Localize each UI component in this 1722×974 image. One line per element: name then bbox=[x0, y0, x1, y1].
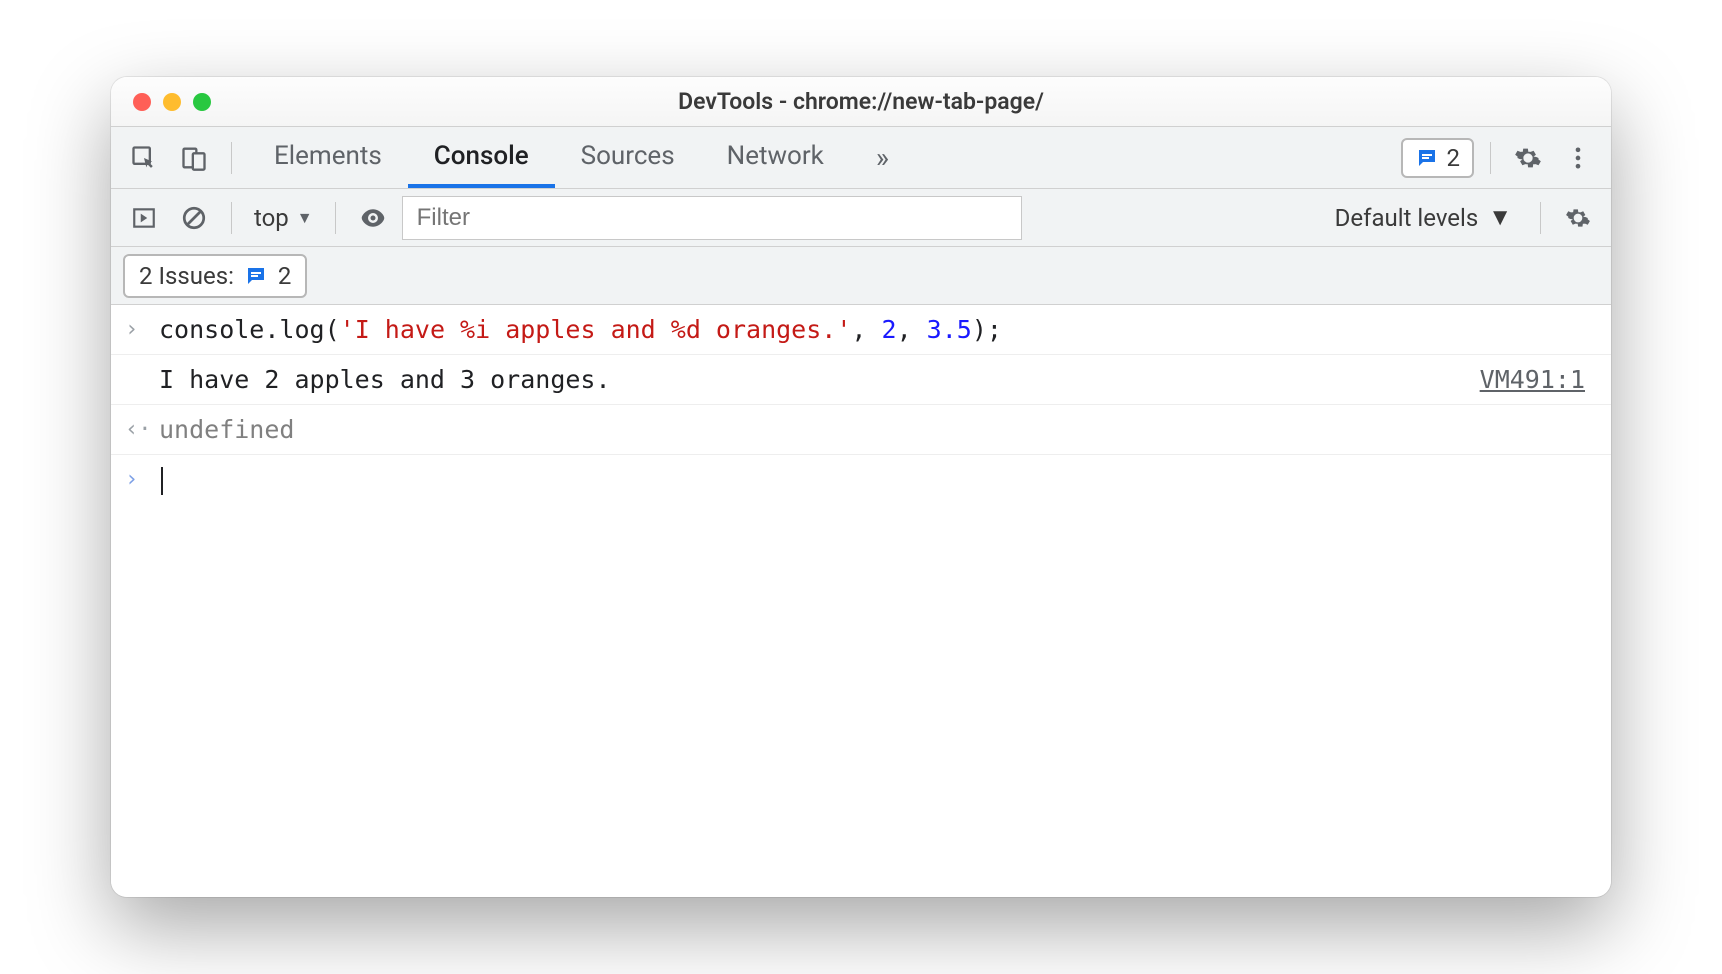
console-output-row: I have 2 apples and 3 oranges. VM491:1 bbox=[111, 355, 1611, 405]
issues-chip-label: 2 Issues: bbox=[139, 262, 234, 290]
divider bbox=[1540, 202, 1541, 234]
return-chevron-icon: ‹· bbox=[125, 415, 159, 442]
devtools-window: DevTools - chrome://new-tab-page/ Elemen… bbox=[111, 77, 1611, 897]
execution-context-selector[interactable]: top ▼ bbox=[248, 204, 319, 232]
toggle-sidebar-icon[interactable] bbox=[123, 197, 165, 239]
output-gutter bbox=[125, 365, 159, 367]
inspect-element-icon[interactable] bbox=[123, 137, 165, 179]
issues-icon bbox=[244, 264, 268, 288]
console-prompt-input[interactable] bbox=[159, 465, 1597, 495]
prompt-chevron-icon: › bbox=[125, 465, 159, 492]
close-window-button[interactable] bbox=[133, 93, 151, 111]
divider bbox=[1490, 142, 1491, 174]
issues-count: 2 bbox=[1447, 144, 1461, 172]
tab-console[interactable]: Console bbox=[408, 127, 555, 188]
panel-tabs: Elements Console Sources Network bbox=[248, 127, 850, 188]
settings-button[interactable] bbox=[1507, 137, 1549, 179]
issues-icon bbox=[1415, 146, 1439, 170]
device-toolbar-icon[interactable] bbox=[173, 137, 215, 179]
divider bbox=[231, 202, 232, 234]
console-input-row: › console.log('I have %i apples and %d o… bbox=[111, 305, 1611, 355]
text-cursor bbox=[161, 467, 163, 495]
log-levels-selector[interactable]: Default levels ▼ bbox=[1323, 203, 1524, 232]
issues-badge[interactable]: 2 bbox=[1401, 138, 1475, 178]
console-prompt-row[interactable]: › bbox=[111, 455, 1611, 505]
dropdown-triangle-icon: ▼ bbox=[297, 208, 313, 228]
titlebar: DevTools - chrome://new-tab-page/ bbox=[111, 77, 1611, 127]
window-title: DevTools - chrome://new-tab-page/ bbox=[111, 88, 1611, 115]
tab-elements[interactable]: Elements bbox=[248, 127, 408, 188]
console-return-value: undefined bbox=[159, 415, 1597, 444]
live-expression-icon[interactable] bbox=[352, 197, 394, 239]
input-chevron-icon: › bbox=[125, 315, 159, 342]
zoom-window-button[interactable] bbox=[193, 93, 211, 111]
more-tabs-button[interactable]: » bbox=[858, 141, 907, 174]
console-output-text: I have 2 apples and 3 oranges. bbox=[159, 365, 1480, 394]
minimize-window-button[interactable] bbox=[163, 93, 181, 111]
console-toolbar: top ▼ Default levels ▼ bbox=[111, 189, 1611, 247]
filter-input[interactable] bbox=[402, 196, 1022, 240]
main-tabstrip: Elements Console Sources Network » 2 bbox=[111, 127, 1611, 189]
traffic-lights bbox=[111, 93, 211, 111]
issues-bar: 2 Issues: 2 bbox=[111, 247, 1611, 305]
dropdown-triangle-icon: ▼ bbox=[1488, 203, 1512, 232]
issues-chip-count: 2 bbox=[278, 262, 292, 290]
context-label: top bbox=[254, 204, 289, 232]
console-output: › console.log('I have %i apples and %d o… bbox=[111, 305, 1611, 897]
tab-network[interactable]: Network bbox=[701, 127, 850, 188]
levels-label: Default levels bbox=[1335, 204, 1479, 232]
more-options-button[interactable] bbox=[1557, 137, 1599, 179]
divider bbox=[335, 202, 336, 234]
tab-sources[interactable]: Sources bbox=[555, 127, 701, 188]
clear-console-icon[interactable] bbox=[173, 197, 215, 239]
source-link[interactable]: VM491:1 bbox=[1480, 365, 1597, 394]
divider bbox=[231, 142, 232, 174]
console-settings-button[interactable] bbox=[1557, 197, 1599, 239]
issues-chip[interactable]: 2 Issues: 2 bbox=[123, 254, 307, 298]
console-input-code: console.log('I have %i apples and %d ora… bbox=[159, 315, 1597, 344]
console-return-row: ‹· undefined bbox=[111, 405, 1611, 455]
